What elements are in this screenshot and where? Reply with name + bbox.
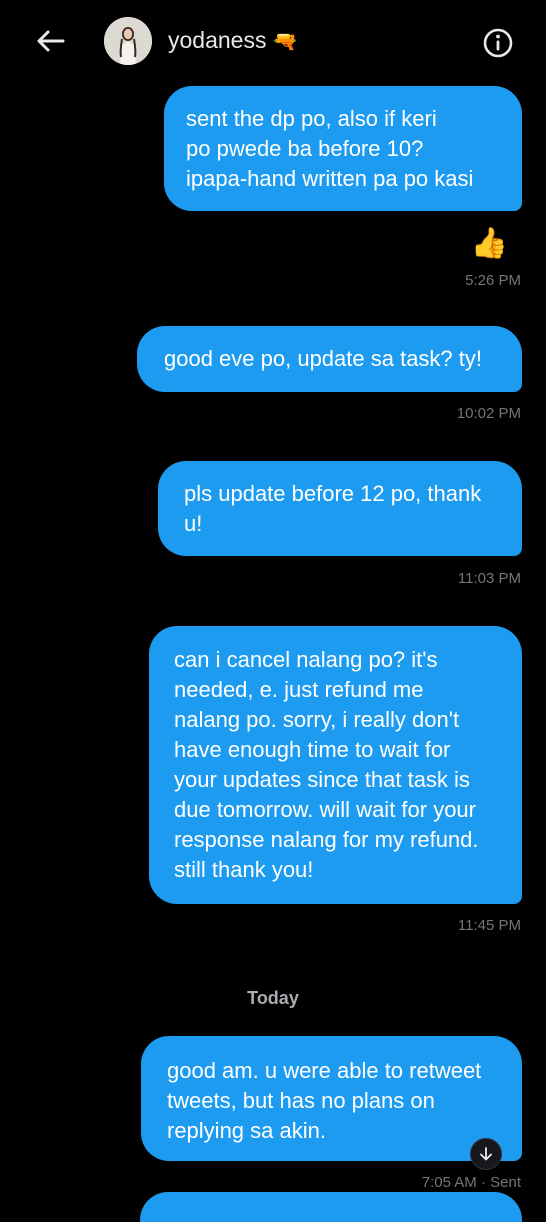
message-line: u! bbox=[184, 511, 203, 536]
message-line: pls update before 12 po, thank bbox=[184, 481, 482, 506]
message-line: good am. u were able to retweet bbox=[167, 1058, 482, 1083]
day-separator: Today bbox=[247, 988, 299, 1008]
message-line: sent the dp po, also if keri bbox=[186, 106, 437, 131]
message-line: po pwede ba before 10? bbox=[186, 136, 424, 161]
message-line: due tomorrow. will wait for your bbox=[174, 797, 476, 822]
conversation-info-button[interactable] bbox=[479, 24, 517, 62]
message-line: response nalang for my refund. bbox=[174, 827, 479, 852]
message-line: ipapa-hand written pa po kasi bbox=[186, 166, 474, 191]
thumbs-up-reaction[interactable]: 👍 bbox=[471, 226, 508, 261]
message-timestamp: 5:26 PM bbox=[465, 272, 521, 289]
conversation-username[interactable]: yodaness 🔫 bbox=[168, 27, 297, 54]
message-line: nalang po. sorry, i really don't bbox=[174, 707, 460, 732]
arrow-left-icon bbox=[37, 30, 65, 52]
message-bubble[interactable]: sent the dp po, also if keri po pwede ba… bbox=[164, 86, 522, 211]
message-bubble[interactable]: good am. u were able to retweet tweets, … bbox=[141, 1036, 522, 1161]
message-line: still thank you! bbox=[174, 857, 314, 882]
gun-emoji: 🔫 bbox=[272, 28, 298, 53]
message-line: can i cancel nalang po? it's bbox=[174, 647, 438, 672]
message-timestamp: 11:45 PM bbox=[457, 917, 521, 934]
scroll-to-bottom-button[interactable] bbox=[470, 1138, 502, 1170]
arrow-down-icon bbox=[480, 1147, 492, 1161]
message-timestamp: 10:02 PM bbox=[456, 405, 521, 422]
back-button[interactable] bbox=[30, 24, 70, 58]
message-line: replying sa akin. bbox=[167, 1118, 326, 1143]
message-bubble-partial[interactable] bbox=[140, 1192, 522, 1222]
message-timestamp: 7:05 AM · Sent bbox=[421, 1174, 521, 1191]
username-text: yodaness bbox=[168, 27, 267, 53]
message-bubble[interactable]: pls update before 12 po, thank u! bbox=[158, 461, 522, 556]
message-line: have enough time to wait for bbox=[174, 737, 451, 762]
conversation-header: yodaness 🔫 bbox=[0, 0, 546, 84]
message-line: good eve po, update sa task? ty! bbox=[164, 346, 483, 371]
message-timestamp: 11:03 PM bbox=[457, 570, 521, 587]
message-bubble[interactable]: can i cancel nalang po? it's needed, e. … bbox=[149, 626, 522, 904]
message-line: tweets, but has no plans on bbox=[167, 1088, 435, 1113]
message-line: your updates since that task is bbox=[174, 767, 470, 792]
message-line: needed, e. just refund me bbox=[174, 677, 424, 702]
avatar[interactable] bbox=[104, 17, 152, 65]
message-bubble[interactable]: good eve po, update sa task? ty! bbox=[137, 326, 522, 392]
info-circle-icon bbox=[483, 28, 513, 58]
